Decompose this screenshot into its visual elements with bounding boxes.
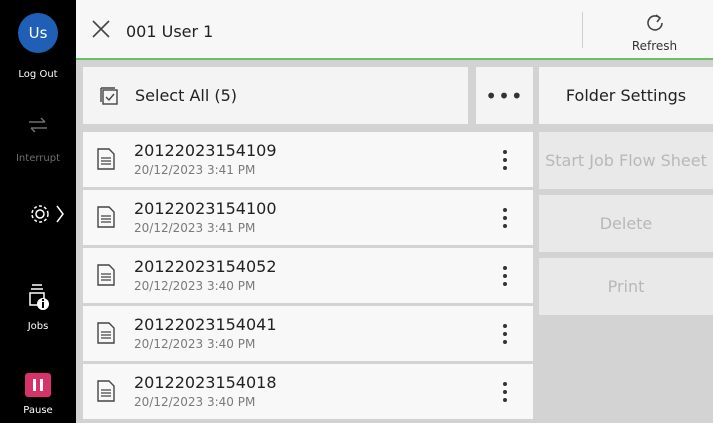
document-icon <box>97 264 115 286</box>
document-icon <box>97 322 115 344</box>
header-divider <box>582 12 583 48</box>
file-name: 20122023154018 <box>134 373 277 392</box>
file-date: 20/12/2023 3:41 PM <box>134 163 256 177</box>
row-menu-icon[interactable] <box>487 260 523 292</box>
file-name: 20122023154100 <box>134 199 277 218</box>
file-date: 20/12/2023 3:41 PM <box>134 221 256 235</box>
document-icon <box>97 380 115 402</box>
file-date: 20/12/2023 3:40 PM <box>134 279 256 293</box>
file-name: 20122023154052 <box>134 257 277 276</box>
folder-settings-button[interactable]: Folder Settings <box>539 67 713 124</box>
list-item[interactable]: 20122023154109 20/12/2023 3:41 PM <box>83 132 533 187</box>
file-name: 20122023154041 <box>134 315 277 334</box>
document-icon <box>97 206 115 228</box>
file-name: 20122023154109 <box>134 141 277 160</box>
pause-label[interactable]: Pause <box>0 405 76 416</box>
select-all-label: Select All (5) <box>135 86 238 105</box>
left-sidebar: Us Log Out Interrupt Jobs Pause <box>0 0 76 423</box>
start-job-flow-sheet-button[interactable]: Start Job Flow Sheet <box>539 132 713 189</box>
delete-button[interactable]: Delete <box>539 195 713 252</box>
row-menu-icon[interactable] <box>487 318 523 350</box>
interrupt-icon <box>29 117 47 133</box>
page-title: 001 User 1 <box>126 22 214 41</box>
main-area: Select All (5) ••• 20122023154109 20/12/… <box>76 60 713 423</box>
jobs-label[interactable]: Jobs <box>0 321 76 332</box>
device-settings-icon[interactable] <box>30 202 70 226</box>
refresh-button[interactable]: Refresh <box>596 6 713 56</box>
refresh-icon <box>647 14 663 31</box>
file-date: 20/12/2023 3:40 PM <box>134 395 256 409</box>
top-header: 001 User 1 Refresh <box>76 0 713 60</box>
select-all-button[interactable]: Select All (5) <box>83 67 468 124</box>
row-menu-icon[interactable] <box>487 144 523 176</box>
row-menu-icon[interactable] <box>487 376 523 408</box>
select-all-checkbox-icon <box>100 87 118 105</box>
list-item[interactable]: 20122023154041 20/12/2023 3:40 PM <box>83 306 533 361</box>
pause-button[interactable] <box>25 373 51 397</box>
list-item[interactable]: 20122023154052 20/12/2023 3:40 PM <box>83 248 533 303</box>
interrupt-label[interactable]: Interrupt <box>0 153 76 164</box>
close-icon[interactable] <box>88 16 114 42</box>
print-button[interactable]: Print <box>539 258 713 315</box>
jobs-icon[interactable] <box>28 283 50 311</box>
document-icon <box>97 148 115 170</box>
file-date: 20/12/2023 3:40 PM <box>134 337 256 351</box>
list-item[interactable]: 20122023154100 20/12/2023 3:41 PM <box>83 190 533 245</box>
refresh-label: Refresh <box>631 39 678 53</box>
row-menu-icon[interactable] <box>487 202 523 234</box>
user-avatar[interactable]: Us <box>18 13 58 53</box>
more-options-button[interactable]: ••• <box>476 67 533 124</box>
list-item[interactable]: 20122023154018 20/12/2023 3:40 PM <box>83 364 533 419</box>
logout-label[interactable]: Log Out <box>0 69 76 80</box>
